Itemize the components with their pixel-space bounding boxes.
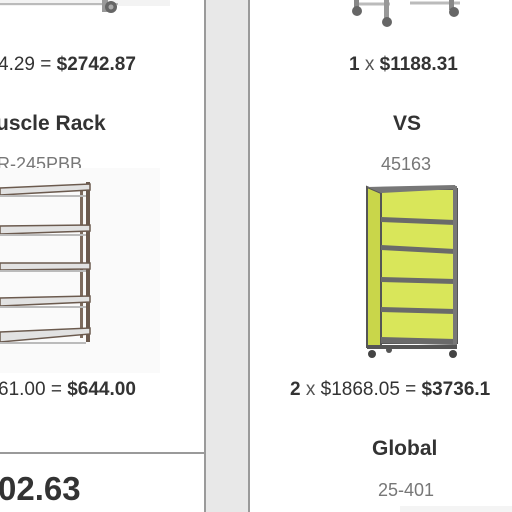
product-image-cabinet[interactable] [365, 183, 460, 361]
product-image-partial [400, 506, 512, 512]
line-total: $3736.1 [421, 379, 491, 400]
line-total: $644.00 [67, 379, 136, 400]
line-total: $2742.87 [56, 54, 136, 75]
cart-column-left: 4.29 = $2742.87 uscle Rack R-245PBB 61.0… [0, 0, 206, 512]
multiply-sign: x [305, 379, 316, 400]
line-total-row: 61.00 = $644.00 [0, 379, 136, 401]
price-prefix: 61.00 = [0, 379, 62, 400]
product-name[interactable]: Global [372, 437, 437, 461]
cart-product-image [352, 0, 460, 27]
product-image-rack[interactable] [0, 168, 160, 373]
price-prefix: 4.29 = [0, 54, 52, 75]
line-total-row: 1 x $1188.31 [349, 54, 458, 76]
caster-wheel-icon [449, 350, 457, 358]
line-total: $1188.31 [379, 54, 458, 75]
grand-total: 02.63 [0, 470, 81, 507]
product-name[interactable]: uscle Rack [0, 112, 106, 136]
product-name[interactable]: VS [393, 112, 421, 136]
line-total-row: 2 x $1868.05 = $3736.1 [290, 379, 490, 401]
caster-wheel-icon [386, 347, 392, 353]
multiply-sign: x [364, 54, 375, 75]
quantity: 2 [290, 379, 301, 400]
unit-price: $1868.05 = [320, 379, 417, 400]
quantity: 1 [349, 54, 360, 75]
caster-wheel-icon [368, 350, 376, 358]
product-sku: 45163 [381, 154, 432, 174]
product-sku: 25-401 [378, 480, 435, 500]
line-total-row: 4.29 = $2742.87 [0, 54, 136, 76]
total-divider [0, 452, 204, 454]
cart-product-image [0, 0, 170, 13]
cart-column-right: 1 x $1188.31 VS 45163 2 x $1868.05 = $37… [248, 0, 512, 512]
